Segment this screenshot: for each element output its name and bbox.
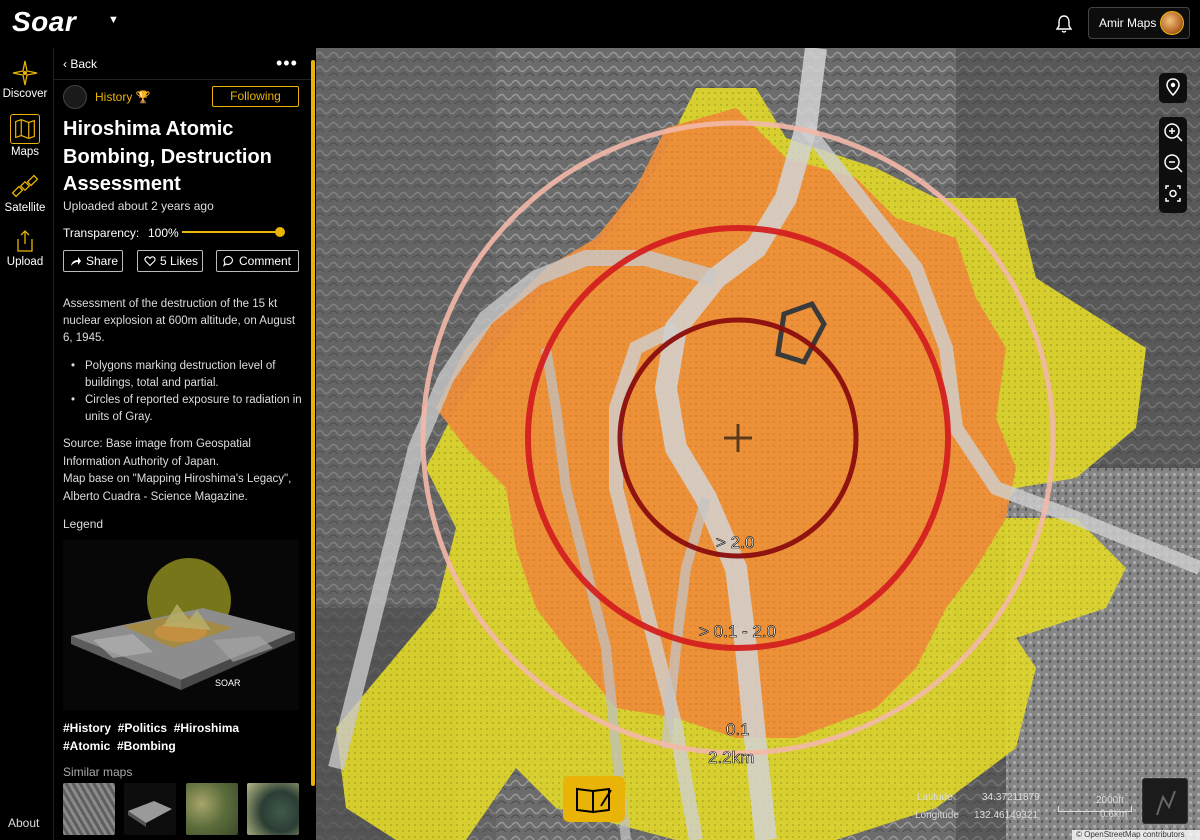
ring-label: > 2.0: [716, 533, 754, 552]
terrain-thumbnail: [128, 801, 172, 827]
transparency-slider-handle[interactable]: [275, 227, 285, 237]
share-label: Share: [86, 254, 119, 268]
longitude-value: 132.46149321: [974, 810, 1038, 821]
user-menu-button[interactable]: Amir Maps: [1088, 7, 1190, 39]
similar-map-thumbnail[interactable]: [63, 783, 115, 835]
legend-illustration: SOAR: [63, 540, 299, 710]
scale-ft: 2000ft: [1096, 795, 1124, 806]
map-attribution[interactable]: © OpenStreetMap contributors: [1072, 830, 1200, 840]
similar-map-thumbnail[interactable]: [124, 783, 176, 835]
category-link[interactable]: History 🏆: [95, 90, 151, 104]
ring-label: 0.1: [726, 720, 750, 739]
zoom-controls: [1159, 117, 1187, 213]
tags-line[interactable]: #History #Politics #Hiroshima: [63, 719, 303, 737]
source-line: Map base on "Mapping Hiroshima's Legacy"…: [63, 473, 292, 503]
legend-image[interactable]: SOAR: [63, 540, 299, 710]
transparency-label: Transparency:: [63, 226, 140, 240]
chevron-down-icon[interactable]: ▼: [108, 14, 119, 26]
similar-map-thumbnail[interactable]: [247, 783, 299, 835]
description-bullet: Polygons marking destruction level of bu…: [71, 358, 305, 392]
more-options-icon[interactable]: •••: [276, 53, 298, 74]
map-canvas[interactable]: > 2.0 > 0.1 - 2.0 0.1 2.2km: [316, 48, 1200, 840]
heart-icon: [144, 256, 156, 267]
top-bar: Soar ▼ Amir Maps: [0, 0, 1200, 48]
map-overlay: > 2.0 > 0.1 - 2.0 0.1 2.2km: [316, 48, 1200, 840]
nav-label-upload: Upload: [6, 256, 44, 268]
description-bullets: Polygons marking destruction level of bu…: [71, 358, 305, 426]
comment-label: Comment: [239, 254, 292, 268]
ring-label: 2.2km: [708, 748, 754, 767]
comment-icon: [223, 255, 233, 267]
nav-item-satellite[interactable]: Satellite: [0, 166, 50, 222]
back-label: Back: [70, 57, 98, 71]
likes-label: 5 Likes: [160, 254, 199, 268]
map-description: Assessment of the destruction of the 15 …: [63, 298, 296, 344]
screenshot-icon[interactable]: [1159, 179, 1187, 211]
scale-km: 0.6km: [1100, 809, 1128, 820]
likes-button[interactable]: 5 Likes: [137, 250, 203, 272]
longitude-label: Longitude: [915, 810, 959, 821]
similar-maps-heading: Similar maps: [63, 765, 133, 779]
nav-label-discover: Discover: [2, 88, 48, 100]
following-button[interactable]: Following: [212, 86, 299, 107]
map-guide-button[interactable]: [563, 776, 625, 822]
upload-date: Uploaded about 2 years ago: [63, 199, 214, 213]
latitude-label: Latitude: [917, 792, 953, 803]
upload-icon: [17, 230, 33, 252]
bell-icon[interactable]: [1054, 14, 1074, 34]
book-icon: [576, 787, 612, 814]
legend-heading: Legend: [63, 517, 104, 531]
legend-watermark: SOAR: [215, 678, 241, 688]
share-button[interactable]: Share: [63, 250, 123, 272]
nav-item-discover[interactable]: Discover: [0, 54, 50, 110]
category-label: History: [95, 90, 133, 104]
comment-button[interactable]: Comment: [216, 250, 299, 272]
about-link[interactable]: About: [8, 816, 39, 830]
panel-header: ‹ Back •••: [54, 48, 312, 80]
transparency-value: 100%: [148, 226, 179, 240]
nav-label-maps: Maps: [10, 146, 40, 158]
location-pin-icon: [1166, 78, 1180, 97]
transparency-slider[interactable]: [182, 231, 280, 233]
location-button[interactable]: [1159, 73, 1187, 103]
back-button[interactable]: ‹ Back: [63, 57, 97, 71]
zoom-out-icon[interactable]: [1159, 147, 1187, 179]
map-title: Hiroshima Atomic Bombing, Destruction As…: [63, 118, 272, 195]
nav-item-maps[interactable]: Maps: [0, 108, 50, 164]
avatar: [1160, 11, 1184, 35]
similar-map-thumbnail[interactable]: [186, 783, 238, 835]
chevron-left-icon: ‹: [63, 57, 67, 71]
trophy-icon: 🏆: [135, 90, 151, 104]
ring-label: > 0.1 - 2.0: [699, 622, 776, 641]
compass-icon: [12, 60, 38, 86]
map-icon: [10, 114, 40, 144]
satellite-icon: [11, 174, 39, 198]
map-details-panel: ‹ Back ••• History 🏆 Following Hiroshima…: [54, 48, 316, 840]
panel-scrollbar[interactable]: [311, 60, 315, 786]
nav-label-satellite: Satellite: [4, 202, 46, 214]
user-name: Amir Maps: [1099, 16, 1157, 30]
source-text: Source: Base image from Geospatial Infor…: [63, 436, 305, 506]
tag-list: #History #Politics #Hiroshima #Atomic #B…: [63, 719, 303, 755]
soar-logo[interactable]: Soar: [12, 6, 76, 38]
description-bullet: Circles of reported exposure to radiatio…: [71, 392, 305, 426]
share-icon: [71, 257, 81, 266]
nav-rail: Discover Maps Satellite Upload About: [0, 48, 54, 840]
latitude-value: 34.37211879: [982, 792, 1040, 803]
zoom-in-icon[interactable]: [1159, 117, 1187, 147]
minimap-icon: [1156, 790, 1176, 816]
tags-line[interactable]: #Atomic #Bombing: [63, 737, 303, 755]
category-avatar[interactable]: [63, 85, 87, 109]
minimap-thumbnail[interactable]: [1142, 778, 1188, 824]
source-line: Source: Base image from Geospatial Infor…: [63, 438, 251, 468]
nav-item-upload[interactable]: Upload: [0, 222, 50, 278]
